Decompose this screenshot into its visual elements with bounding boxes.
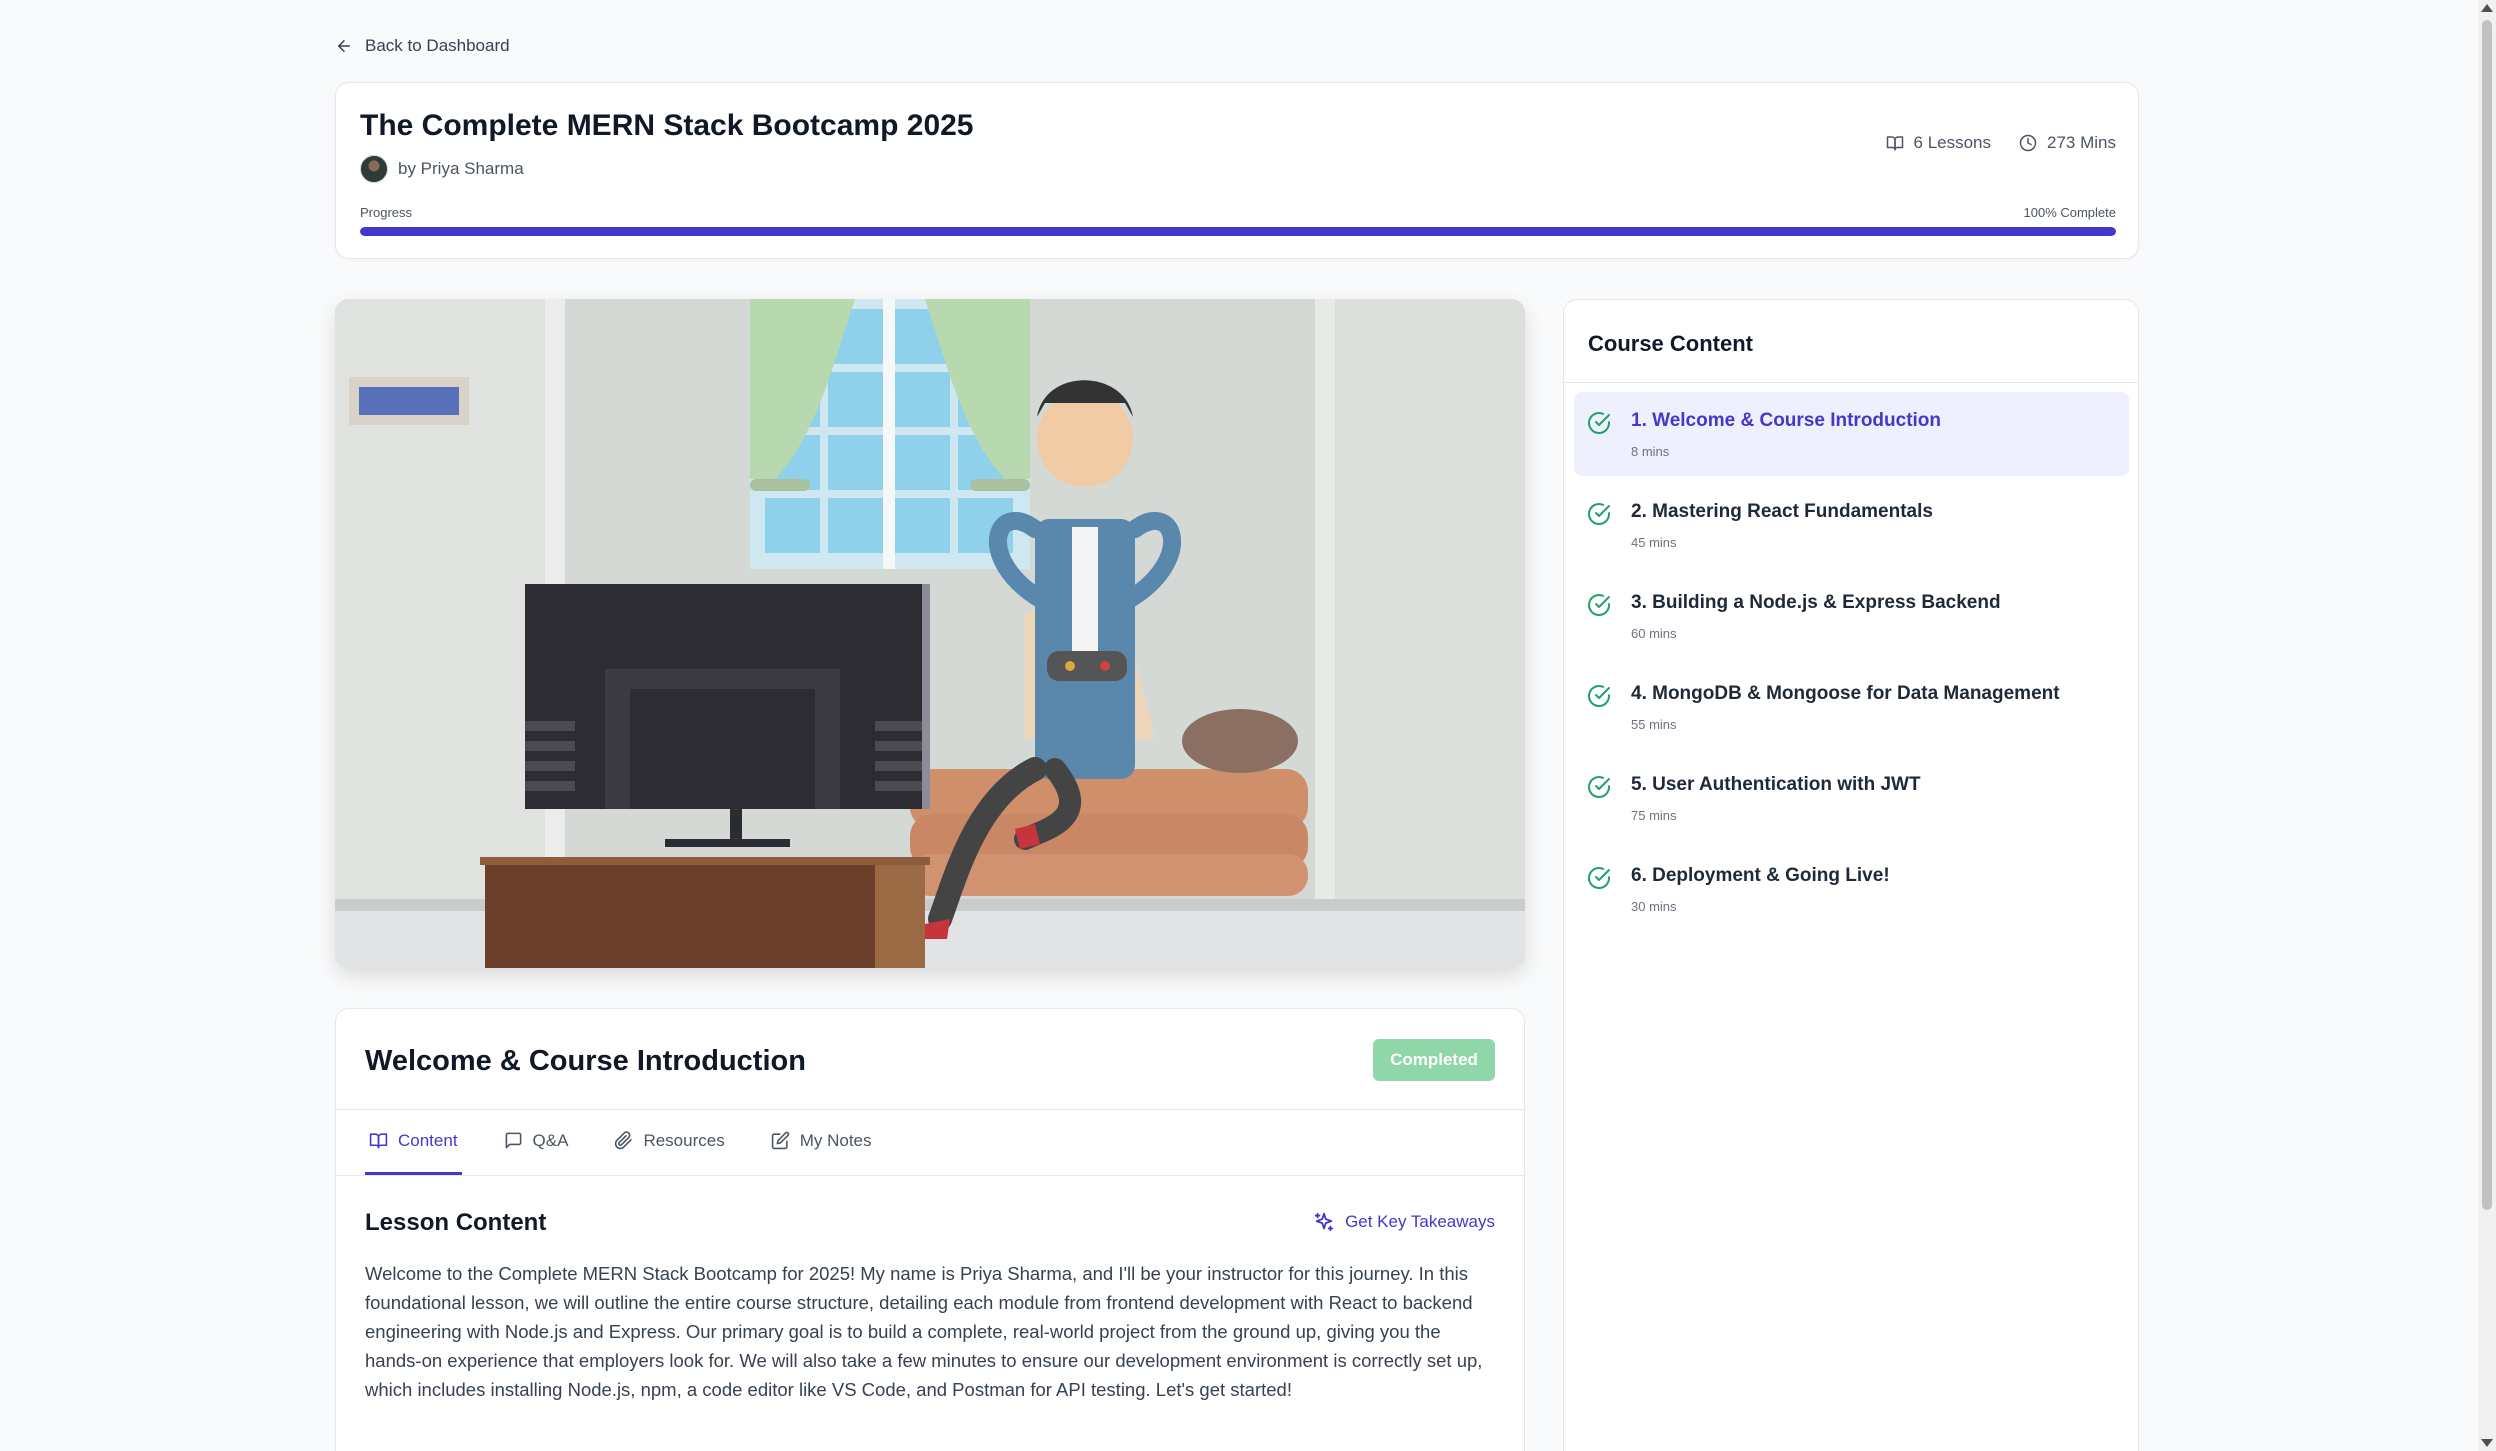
lesson-list: 1. Welcome & Course Introduction 8 mins … bbox=[1574, 392, 2129, 938]
tab-label: Resources bbox=[643, 1130, 725, 1150]
lesson-item-6[interactable]: 6. Deployment & Going Live! 30 mins bbox=[1574, 847, 2129, 931]
progress-percent: 100% Complete bbox=[2023, 205, 2117, 220]
edit-icon bbox=[771, 1131, 789, 1150]
lesson-item-title: 2. Mastering React Fundamentals bbox=[1631, 501, 1933, 522]
tab-resources[interactable]: Resources bbox=[610, 1109, 728, 1175]
lesson-item-duration: 30 mins bbox=[1631, 899, 1677, 914]
message-square-icon bbox=[505, 1132, 521, 1149]
check-circle-icon bbox=[1588, 685, 1610, 708]
tab-label: My Notes bbox=[799, 1130, 872, 1150]
book-open-icon bbox=[369, 1133, 388, 1149]
lesson-item-2[interactable]: 2. Mastering React Fundamentals 45 mins bbox=[1574, 483, 2129, 567]
back-link-label: Back to Dashboard bbox=[365, 36, 510, 55]
course-meta: 6 Lessons 273 Mins bbox=[1886, 133, 2116, 153]
check-circle-icon bbox=[1588, 776, 1610, 799]
sparkles-icon bbox=[1314, 1212, 1334, 1232]
check-circle-icon bbox=[1588, 412, 1610, 435]
lesson-content-heading: Lesson Content bbox=[365, 1209, 547, 1236]
sidebar-title: Course Content bbox=[1588, 331, 1753, 356]
lesson-item-title: 4. MongoDB & Mongoose for Data Managemen… bbox=[1631, 683, 2060, 704]
lesson-item-title: 1. Welcome & Course Introduction bbox=[1631, 410, 1942, 431]
tab-label: Content bbox=[398, 1130, 458, 1150]
lesson-item-title: 6. Deployment & Going Live! bbox=[1631, 865, 1890, 886]
divider bbox=[336, 1175, 1524, 1176]
lesson-tabs: Content Q&A Resources My Notes bbox=[365, 1109, 876, 1175]
paperclip-icon bbox=[615, 1131, 633, 1150]
lesson-item-duration: 75 mins bbox=[1631, 808, 1677, 823]
lessons-count-text: 6 Lessons bbox=[1913, 133, 1992, 152]
tab-label: Q&A bbox=[532, 1130, 569, 1150]
course-author: by Priya Sharma bbox=[360, 155, 524, 183]
lesson-body-text: Welcome to the Complete MERN Stack Bootc… bbox=[365, 1263, 1483, 1400]
clock-icon bbox=[2019, 134, 2037, 152]
lesson-item-duration: 8 mins bbox=[1631, 444, 1670, 459]
check-circle-icon bbox=[1588, 503, 1610, 526]
total-duration-text: 273 Mins bbox=[2047, 133, 2116, 152]
lesson-item-duration: 55 mins bbox=[1631, 717, 1677, 732]
check-circle-icon bbox=[1588, 594, 1610, 617]
total-duration: 273 Mins bbox=[2019, 133, 2116, 153]
lesson-item-duration: 60 mins bbox=[1631, 626, 1677, 641]
lesson-item-title: 3. Building a Node.js & Express Backend bbox=[1631, 592, 2001, 613]
check-circle-icon bbox=[1588, 867, 1610, 890]
arrow-left-icon bbox=[338, 40, 350, 52]
tab-content[interactable]: Content bbox=[365, 1109, 462, 1175]
lesson-item-3[interactable]: 3. Building a Node.js & Express Backend … bbox=[1574, 574, 2129, 658]
course-player-page: Back to Dashboard The Complete MERN Stac… bbox=[0, 0, 2478, 1451]
lesson-title: Welcome & Course Introduction bbox=[365, 1045, 806, 1077]
lesson-item-4[interactable]: 4. MongoDB & Mongoose for Data Managemen… bbox=[1574, 665, 2129, 749]
lesson-item-duration: 45 mins bbox=[1631, 535, 1677, 550]
progress-bar bbox=[360, 227, 2116, 236]
tab-qa[interactable]: Q&A bbox=[500, 1109, 573, 1175]
book-open-icon bbox=[1886, 136, 1903, 151]
progress-bar-fill bbox=[360, 227, 2116, 236]
author-avatar bbox=[360, 155, 388, 183]
takeaways-label: Get Key Takeaways bbox=[1345, 1212, 1495, 1231]
page-scrollbar[interactable] bbox=[2478, 0, 2496, 1451]
lesson-details-card: Welcome & Course Introduction Completed … bbox=[335, 1008, 1525, 1451]
video-thumbnail-illustration bbox=[335, 299, 1525, 968]
scroll-up-arrow-icon[interactable] bbox=[2481, 4, 2493, 12]
lessons-count: 6 Lessons bbox=[1886, 133, 1992, 153]
progress-label: Progress bbox=[360, 205, 413, 220]
back-to-dashboard-link[interactable]: Back to Dashboard bbox=[335, 36, 510, 56]
scrollbar-thumb[interactable] bbox=[2482, 20, 2492, 1210]
course-header-card: The Complete MERN Stack Bootcamp 2025 by… bbox=[335, 82, 2139, 259]
lesson-item-title: 5. User Authentication with JWT bbox=[1631, 774, 1921, 795]
video-player[interactable] bbox=[335, 299, 1525, 968]
tab-my-notes[interactable]: My Notes bbox=[767, 1109, 876, 1175]
author-name: by Priya Sharma bbox=[398, 159, 524, 178]
lesson-item-5[interactable]: 5. User Authentication with JWT 75 mins bbox=[1574, 756, 2129, 840]
divider bbox=[1564, 382, 2138, 383]
completed-status-button[interactable]: Completed bbox=[1373, 1039, 1495, 1081]
lesson-item-1[interactable]: 1. Welcome & Course Introduction 8 mins bbox=[1574, 392, 2129, 476]
get-key-takeaways-button[interactable]: Get Key Takeaways bbox=[1313, 1211, 1495, 1233]
course-title: The Complete MERN Stack Bootcamp 2025 bbox=[360, 109, 974, 142]
course-content-sidebar: Course Content 1. Welcome & Course Intro… bbox=[1563, 299, 2139, 1451]
scroll-down-arrow-icon[interactable] bbox=[2481, 1439, 2493, 1447]
